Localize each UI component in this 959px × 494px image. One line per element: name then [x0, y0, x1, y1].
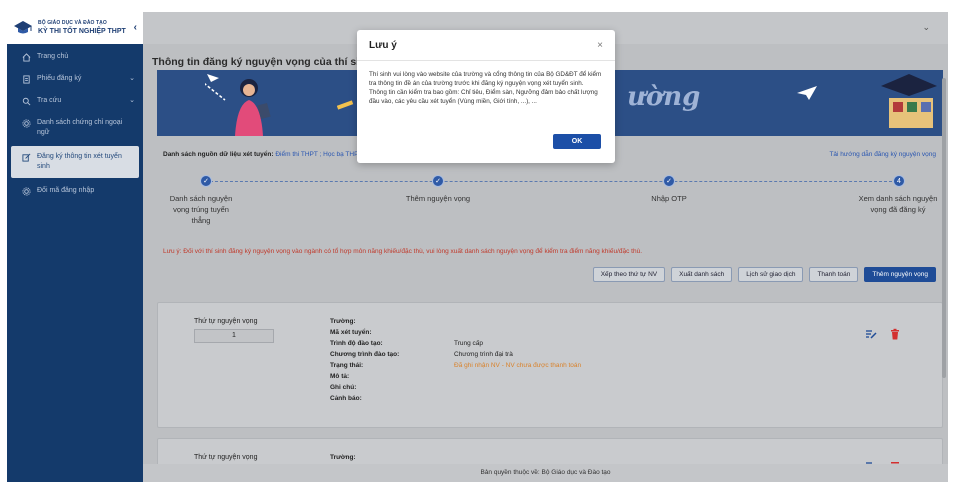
preference-card-tools [864, 327, 902, 341]
collapse-sidebar-icon[interactable]: ‹ [134, 22, 137, 33]
detail-row-description: Mô tả: [330, 373, 690, 384]
action-toolbar: Xếp theo thứ tự NV Xuất danh sách Lịch s… [592, 267, 936, 282]
sidebar-item-home[interactable]: Trang chủ [7, 46, 143, 68]
preference-order-label: Thứ tự nguyện vọng [194, 318, 258, 325]
detail-row-note: Ghi chú: [330, 384, 690, 395]
detail-key: Trình độ đào tạo: [330, 340, 383, 347]
export-list-button[interactable]: Xuất danh sách [671, 267, 733, 282]
banner-heading: ường [627, 82, 701, 112]
modal-paragraph-2: Thông tin cần kiểm tra bao gồm: Chỉ tiêu… [369, 89, 598, 105]
modal-paragraph-1: Thí sinh vui lòng vào website của trường… [369, 71, 602, 87]
modal-body: Thí sinh vui lòng vào website của trường… [369, 70, 605, 106]
detail-key: Trường: [330, 318, 356, 325]
detail-value: Chương trình đại trà [454, 351, 513, 358]
user-menu-chevron-icon[interactable]: ⌄ [922, 22, 930, 33]
sidebar-item-label: Tra cứu [37, 97, 62, 104]
paper-plane-icon [797, 86, 817, 100]
preference-card: Thứ tự nguyện vọng 1 Trường: Mã xét tuyể… [157, 302, 943, 428]
sidebar-menu: Trang chủ Phiếu đăng ký ⌄ Tra cứu ⌄ Danh… [7, 46, 143, 202]
stepper-line [205, 181, 897, 182]
preference-order-label: Thứ tự nguyện vọng [194, 454, 258, 461]
chevron-down-icon: ⌄ [129, 97, 135, 104]
download-guide-link[interactable]: Tải hướng dẫn đăng ký nguyện vọng [829, 151, 936, 158]
brand-title: KỲ THI TỐT NGHIỆP THPT [38, 28, 126, 35]
home-icon [21, 52, 31, 62]
sidebar-item-label: Trang chủ [37, 53, 69, 60]
detail-key: Trạng thái: [330, 362, 364, 369]
sort-by-order-button[interactable]: Xếp theo thứ tự NV [592, 267, 666, 282]
detail-value: Trung cấp [454, 340, 484, 347]
detail-row-admission-code: Mã xét tuyển: [330, 329, 690, 340]
detail-key: Mã xét tuyển: [330, 329, 372, 336]
ok-button[interactable]: OK [553, 134, 601, 149]
sidebar-item-lookup[interactable]: Tra cứu ⌄ [7, 90, 143, 112]
step-4-number: 4 [893, 175, 905, 187]
app-frame: BỘ GIÁO DỤC VÀ ĐÀO TẠO KỲ THI TỐT NGHIỆP… [7, 12, 948, 482]
special-subject-warning: Lưu ý: Đối với thí sinh đăng ký nguyện v… [163, 248, 643, 255]
transaction-history-button[interactable]: Lịch sử giao dịch [738, 267, 804, 282]
sidebar-item-label: Danh sách chứng chỉ ngoại ngữ [37, 119, 123, 136]
brand-subtitle: BỘ GIÁO DỤC VÀ ĐÀO TẠO [38, 20, 107, 26]
detail-value [454, 384, 690, 395]
copyright-footer: Bản quyền thuộc về: Bộ Giáo dục và Đào t… [143, 464, 948, 482]
notice-modal: Lưu ý × Thí sinh vui lòng vào website củ… [357, 30, 615, 163]
detail-value [454, 329, 690, 340]
page-title: Thông tin đăng ký nguyện vọng của thí si… [152, 56, 372, 68]
detail-row-warning: Cảnh báo: [330, 395, 690, 406]
detail-value [454, 395, 690, 406]
step-1-label: Danh sách nguyện vọng trúng tuyển thẳng [169, 194, 233, 225]
detail-row-status: Trạng thái: Đã ghi nhận NV - NV chưa được… [330, 362, 690, 373]
registration-stepper: ✓ ✓ ✓ 4 Danh sách nguyện vọng trúng tuyể… [157, 175, 943, 235]
step-3-label: Nhập OTP [651, 194, 687, 203]
sidebar-item-label: Phiếu đăng ký [37, 75, 82, 82]
edit-list-icon[interactable] [864, 327, 878, 341]
step-3-check-icon: ✓ [663, 175, 675, 187]
delete-trash-icon[interactable] [888, 327, 902, 341]
sidebar-item-admission-registration[interactable]: Đăng ký thông tin xét tuyển sinh [11, 146, 139, 178]
sidebar-item-language-certificates[interactable]: Danh sách chứng chỉ ngoại ngữ [7, 112, 143, 144]
graduation-cap-logo-icon [14, 21, 32, 34]
payment-button[interactable]: Thanh toán [809, 267, 859, 282]
detail-row-school: Trường: [330, 318, 690, 329]
sidebar-item-label: Đăng ký thông tin xét tuyển sinh [37, 153, 122, 170]
sidebar-item-registration-form[interactable]: Phiếu đăng ký ⌄ [7, 68, 143, 90]
step-4-label: Xem danh sách nguyện vọng đã đăng ký [858, 194, 938, 214]
preference-details: Trường: Mã xét tuyển: Trình độ đào tạo: T… [330, 318, 690, 406]
chevron-down-icon: ⌄ [129, 75, 135, 82]
detail-key: Mô tả: [330, 373, 350, 380]
edit-icon [21, 152, 31, 162]
gear-icon [21, 186, 31, 196]
data-source-label: Danh sách nguồn dữ liệu xét tuyển: [163, 151, 274, 158]
close-icon[interactable]: × [597, 40, 603, 51]
detail-value [454, 373, 690, 384]
preference-order-input[interactable]: 1 [194, 329, 274, 343]
modal-divider [357, 60, 615, 61]
detail-row-training-level: Trình độ đào tạo: Trung cấp [330, 340, 690, 351]
step-2-label: Thêm nguyện vọng [405, 194, 471, 203]
detail-key: Chương trình đào tạo: [330, 351, 400, 358]
sidebar-item-change-password[interactable]: Đổi mã đăng nhập [7, 180, 143, 202]
sidebar-item-label: Đổi mã đăng nhập [37, 187, 95, 194]
document-icon [21, 74, 31, 84]
sidebar: BỘ GIÁO DỤC VÀ ĐÀO TẠO KỲ THI TỐT NGHIỆP… [7, 12, 143, 482]
gear-icon [21, 118, 31, 128]
vertical-scrollbar[interactable] [942, 78, 946, 378]
add-preference-button[interactable]: Thêm nguyện vọng [864, 267, 936, 282]
modal-title: Lưu ý [369, 40, 397, 51]
detail-value [454, 318, 690, 329]
step-1-check-icon: ✓ [200, 175, 212, 187]
brand-text: BỘ GIÁO DỤC VÀ ĐÀO TẠO KỲ THI TỐT NGHIỆP… [38, 20, 126, 36]
search-icon [21, 96, 31, 106]
pencil-icon [337, 100, 354, 110]
status-value: Đã ghi nhận NV - NV chưa được thanh toán [454, 362, 582, 369]
detail-key: Cảnh báo: [330, 395, 362, 402]
detail-key: Ghi chú: [330, 384, 357, 391]
step-2-check-icon: ✓ [432, 175, 444, 187]
graduation-cap-icon [881, 74, 937, 128]
detail-row-program: Chương trình đào tạo: Chương trình đại tr… [330, 351, 690, 362]
brand[interactable]: BỘ GIÁO DỤC VÀ ĐÀO TẠO KỲ THI TỐT NGHIỆP… [7, 12, 143, 44]
student-illustration-icon [205, 74, 271, 136]
